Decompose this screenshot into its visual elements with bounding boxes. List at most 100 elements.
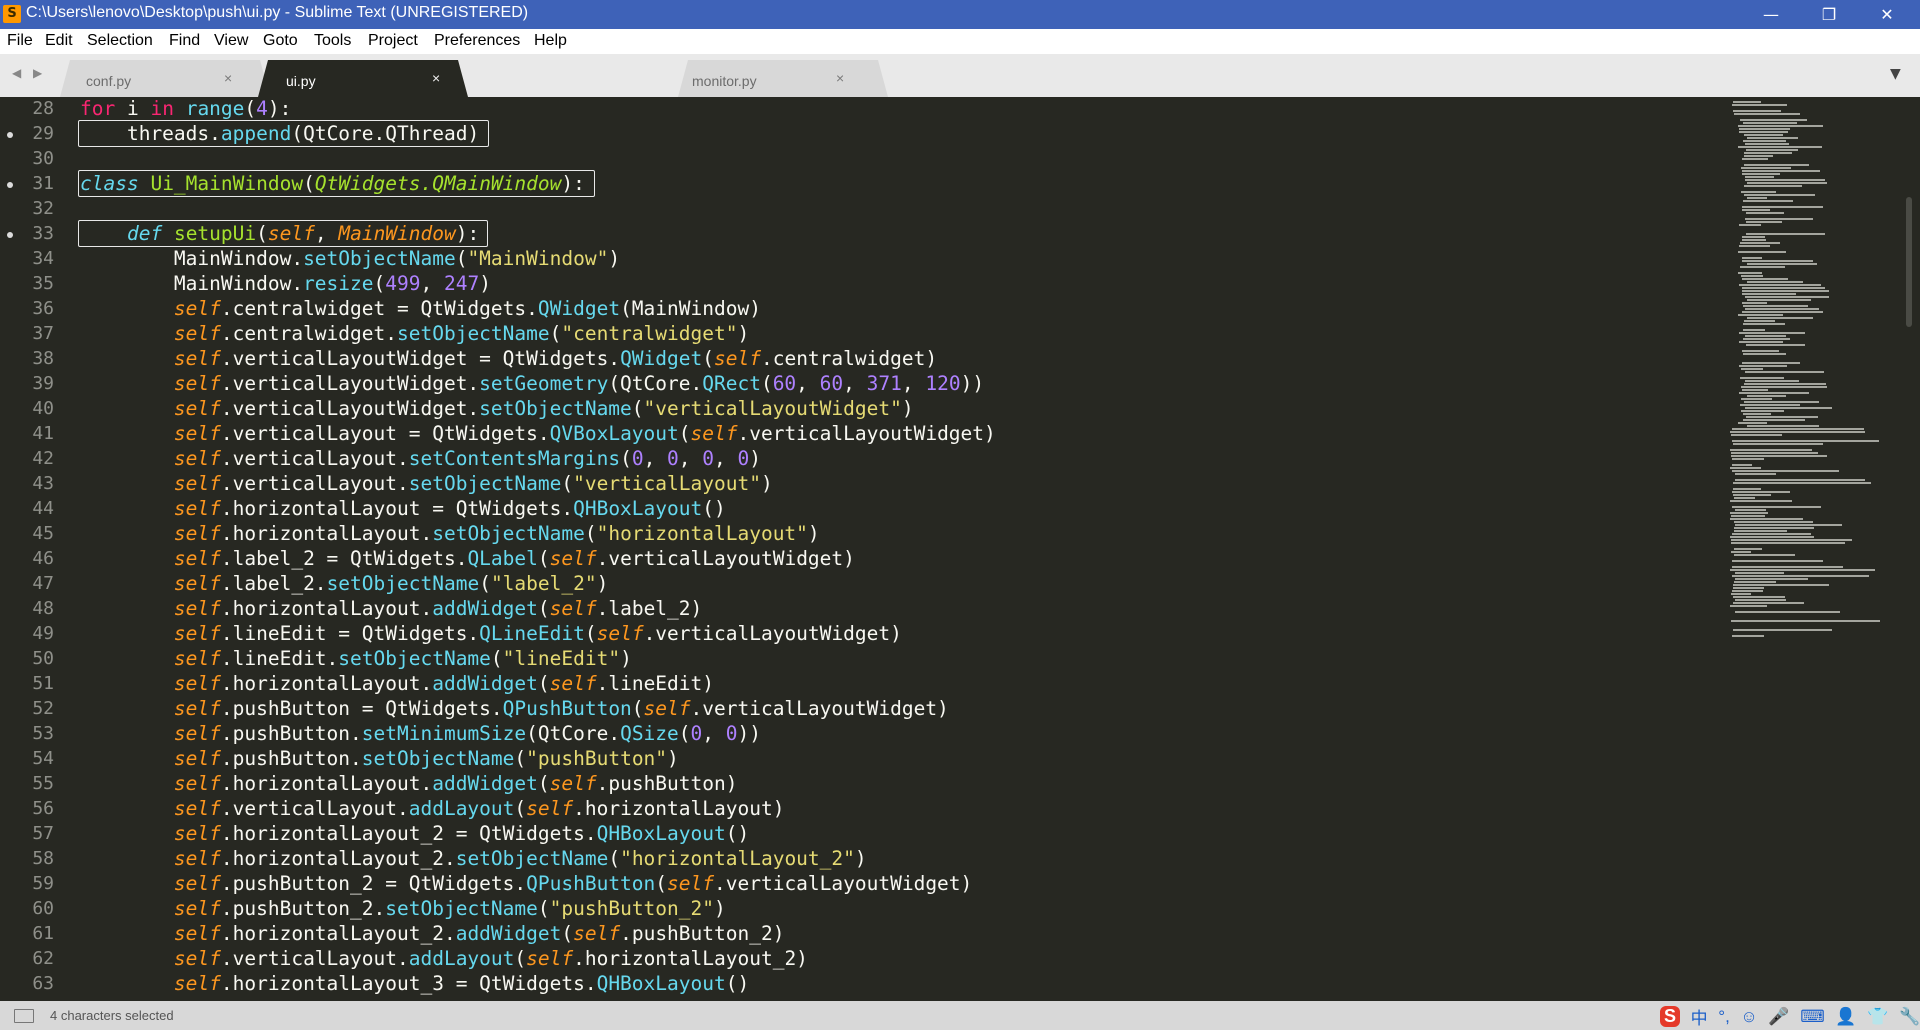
menu-find[interactable]: Find xyxy=(169,32,200,50)
tab-close-icon[interactable]: × xyxy=(432,70,440,86)
code-line[interactable]: self.lineEdit.setObjectName("lineEdit") xyxy=(80,646,632,671)
code-line[interactable]: self.verticalLayoutWidget = QtWidgets.QW… xyxy=(80,346,937,371)
menu-tools[interactable]: Tools xyxy=(314,32,351,50)
vertical-scrollbar[interactable] xyxy=(1906,197,1912,327)
minimap-line xyxy=(1745,296,1829,298)
code-line[interactable]: self.verticalLayout.setObjectName("verti… xyxy=(80,471,773,496)
line-number: 45 xyxy=(32,523,54,544)
code-line[interactable]: self.verticalLayoutWidget.setGeometry(Qt… xyxy=(80,371,984,396)
minimap-line xyxy=(1744,401,1819,403)
minimap-line xyxy=(1733,110,1781,112)
minimap-line xyxy=(1743,413,1771,415)
minimap-line xyxy=(1731,515,1765,517)
code-line[interactable]: self.verticalLayout.addLayout(self.horiz… xyxy=(80,796,785,821)
close-window-button[interactable]: ✕ xyxy=(1858,0,1916,29)
minimap-line xyxy=(1739,224,1761,226)
minimap[interactable] xyxy=(1730,97,1900,1001)
minimize-button[interactable]: — xyxy=(1742,0,1800,29)
code-line[interactable]: MainWindow.resize(499, 247) xyxy=(80,271,491,296)
tab-nav-arrows-icon[interactable]: ◀ ▶ xyxy=(12,66,46,80)
code-line[interactable]: self.horizontalLayout.addWidget(self.lab… xyxy=(80,596,702,621)
line-number: 47 xyxy=(32,573,54,594)
menu-project[interactable]: Project xyxy=(368,32,418,50)
code-line[interactable]: for i in range(4): xyxy=(80,96,291,121)
minimap-line xyxy=(1732,458,1764,460)
punctuation-icon[interactable]: °, xyxy=(1718,1007,1730,1027)
code-line[interactable]: self.centralwidget.setObjectName("centra… xyxy=(80,321,749,346)
tab-close-icon[interactable]: × xyxy=(224,70,232,86)
user-icon[interactable]: 👤 xyxy=(1835,1007,1856,1027)
code-line[interactable]: self.pushButton_2 = QtWidgets.QPushButto… xyxy=(80,871,972,896)
minimap-line xyxy=(1744,152,1792,154)
code-line[interactable]: self.pushButton_2.setObjectName("pushBut… xyxy=(80,896,726,921)
tab-label: conf.py xyxy=(86,73,132,89)
code-line[interactable]: self.horizontalLayout.addWidget(self.lin… xyxy=(80,671,714,696)
menu-preferences[interactable]: Preferences xyxy=(434,32,520,50)
code-line[interactable]: self.verticalLayout = QtWidgets.QVBoxLay… xyxy=(80,421,996,446)
skin-icon[interactable]: 👕 xyxy=(1867,1007,1888,1027)
menu-view[interactable]: View xyxy=(214,32,248,50)
line-number-gutter: 28 29 30 31 32 33 34 35 36 37 38 39 40 41 42 43 44 45 46 47… xyxy=(0,97,64,1001)
code-line[interactable]: self.centralwidget = QtWidgets.QWidget(M… xyxy=(80,296,761,321)
code-line[interactable]: self.horizontalLayout_2.setObjectName("h… xyxy=(80,846,867,871)
minimap-line xyxy=(1733,629,1832,631)
restore-button[interactable]: ❐ xyxy=(1800,0,1858,29)
menu-goto[interactable]: Goto xyxy=(263,32,298,50)
code-line[interactable]: self.horizontalLayout = QtWidgets.QHBoxL… xyxy=(80,496,726,521)
line-number: 43 xyxy=(32,473,54,494)
minimap-line xyxy=(1746,344,1805,346)
minimap-line xyxy=(1738,272,1762,274)
code-line[interactable]: def setupUi(self, MainWindow): xyxy=(80,221,479,246)
minimap-line xyxy=(1732,470,1839,472)
code-line[interactable]: self.horizontalLayout_3 = QtWidgets.QHBo… xyxy=(80,971,749,996)
minimap-line xyxy=(1732,533,1811,535)
code-line[interactable]: self.horizontalLayout_2.addWidget(self.p… xyxy=(80,921,785,946)
code-line[interactable]: self.verticalLayout.addLayout(self.horiz… xyxy=(80,946,808,971)
keyboard-icon[interactable]: ⌨ xyxy=(1800,1007,1825,1027)
code-line[interactable]: self.horizontalLayout.addWidget(self.pus… xyxy=(80,771,738,796)
minimap-line xyxy=(1735,479,1865,481)
code-line[interactable]: self.label_2.setObjectName("label_2") xyxy=(80,571,608,596)
code-line[interactable]: self.horizontalLayout_2 = QtWidgets.QHBo… xyxy=(80,821,749,846)
code-line[interactable]: self.lineEdit = QtWidgets.QLineEdit(self… xyxy=(80,621,902,646)
code-editor[interactable]: 28 29 30 31 32 33 34 35 36 37 38 39 40 41 42 43 44 45 46 47… xyxy=(0,97,1920,1001)
code-line[interactable]: self.horizontalLayout.setObjectName("hor… xyxy=(80,521,820,546)
tab-conf-py[interactable]: conf.py × xyxy=(60,60,270,97)
tab-close-icon[interactable]: × xyxy=(836,70,844,86)
settings-wrench-icon[interactable]: 🔧 xyxy=(1899,1007,1920,1027)
line-number: 50 xyxy=(32,648,54,669)
minimap-line xyxy=(1731,620,1880,622)
code-line[interactable]: self.pushButton = QtWidgets.QPushButton(… xyxy=(80,696,949,721)
chinese-mode-icon[interactable]: 中 xyxy=(1691,1004,1708,1029)
menu-file[interactable]: File xyxy=(7,32,33,50)
line-number: 44 xyxy=(32,498,54,519)
code-line[interactable]: class Ui_MainWindow(QtWidgets.QMainWindo… xyxy=(80,171,585,196)
line-number: 46 xyxy=(32,548,54,569)
sogou-ime-icon[interactable]: S xyxy=(1660,1006,1681,1027)
tab-monitor-py[interactable]: monitor.py × xyxy=(678,60,888,97)
emoji-icon[interactable]: ☺ xyxy=(1740,1007,1757,1027)
panel-toggle-icon[interactable] xyxy=(14,1009,34,1023)
code-line[interactable]: self.label_2 = QtWidgets.QLabel(self.ver… xyxy=(80,546,855,571)
line-number: 58 xyxy=(32,848,54,869)
menu-selection[interactable]: Selection xyxy=(87,32,153,50)
code-line[interactable]: self.verticalLayout.setContentsMargins(0… xyxy=(80,446,761,471)
line-number: 60 xyxy=(32,898,54,919)
line-number: 48 xyxy=(32,598,54,619)
tab-ui-py[interactable]: ui.py × xyxy=(258,60,472,97)
code-line[interactable]: self.pushButton.setObjectName("pushButto… xyxy=(80,746,679,771)
tab-label: ui.py xyxy=(286,73,316,89)
code-line[interactable]: self.verticalLayoutWidget.setObjectName(… xyxy=(80,396,914,421)
window-title: C:\Users\lenovo\Desktop\push\ui.py - Sub… xyxy=(26,4,529,21)
menu-help[interactable]: Help xyxy=(534,32,567,50)
code-line[interactable]: MainWindow.setObjectName("MainWindow") xyxy=(80,246,620,271)
minimap-line xyxy=(1730,431,1865,433)
tab-dropdown-icon[interactable]: ▼ xyxy=(1890,66,1901,82)
code-line[interactable]: threads.append(QtCore.QThread) xyxy=(80,121,479,146)
minimap-line xyxy=(1742,170,1820,172)
minimap-line xyxy=(1733,482,1871,484)
menu-edit[interactable]: Edit xyxy=(45,32,73,50)
code-line[interactable]: self.pushButton.setMinimumSize(QtCore.QS… xyxy=(80,721,761,746)
microphone-icon[interactable]: 🎤 xyxy=(1768,1007,1789,1027)
minimap-line xyxy=(1742,311,1823,313)
